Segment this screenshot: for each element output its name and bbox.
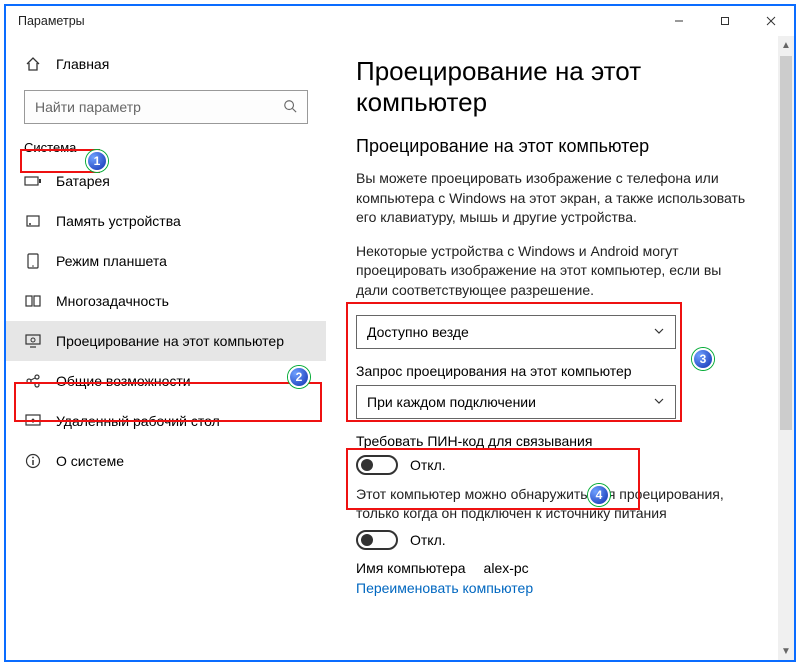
sidebar-item-label: О системе bbox=[56, 453, 124, 469]
maximize-icon bbox=[720, 16, 730, 26]
search-placeholder: Найти параметр bbox=[35, 99, 283, 115]
sidebar-item-label: Память устройства bbox=[56, 213, 181, 229]
pcname-value: alex-pc bbox=[484, 560, 529, 576]
intro-paragraph-1: Вы можете проецировать изображение с тел… bbox=[356, 169, 748, 228]
battery-icon bbox=[24, 172, 42, 190]
dropdown-value: При каждом подключении bbox=[367, 394, 536, 410]
scrollbar[interactable]: ▲ ▼ bbox=[778, 36, 794, 660]
sidebar-item-storage[interactable]: Память устройства bbox=[6, 201, 326, 241]
availability-dropdown[interactable]: Доступно везде bbox=[356, 315, 676, 349]
sidebar-item-label: Батарея bbox=[56, 173, 110, 189]
dropdown-value: Доступно везде bbox=[367, 324, 469, 340]
sidebar-item-label: Общие возможности bbox=[56, 373, 191, 389]
close-button[interactable] bbox=[748, 6, 794, 36]
sidebar: Главная Найти параметр Система Батарея bbox=[6, 36, 326, 660]
home-label: Главная bbox=[56, 56, 109, 72]
sidebar-item-label: Проецирование на этот компьютер bbox=[56, 333, 284, 349]
window-body: Главная Найти параметр Система Батарея bbox=[6, 36, 794, 660]
info-icon bbox=[24, 452, 42, 470]
sidebar-item-projecting[interactable]: Проецирование на этот компьютер bbox=[6, 321, 326, 361]
close-icon bbox=[766, 16, 776, 26]
content-area: Проецирование на этот компьютер Проециро… bbox=[326, 36, 778, 660]
scroll-down-icon[interactable]: ▼ bbox=[778, 642, 794, 660]
chevron-down-icon bbox=[653, 394, 665, 410]
page-title: Проецирование на этот компьютер bbox=[356, 56, 748, 118]
search-input[interactable]: Найти параметр bbox=[24, 90, 308, 124]
titlebar: Параметры bbox=[6, 6, 794, 36]
sidebar-item-tablet[interactable]: Режим планшета bbox=[6, 241, 326, 281]
section-heading: Проецирование на этот компьютер bbox=[356, 136, 748, 157]
toggle-state-label: Откл. bbox=[410, 532, 446, 548]
home-link[interactable]: Главная bbox=[6, 44, 326, 84]
request-label: Запрос проецирования на этот компьютер bbox=[356, 363, 748, 379]
sidebar-item-label: Многозадачность bbox=[56, 293, 169, 309]
chevron-down-icon bbox=[653, 324, 665, 340]
scroll-up-icon[interactable]: ▲ bbox=[778, 36, 794, 54]
projecting-icon bbox=[24, 332, 42, 350]
toggle-knob bbox=[361, 459, 373, 471]
maximize-button[interactable] bbox=[702, 6, 748, 36]
storage-icon bbox=[24, 212, 42, 230]
shared-icon bbox=[24, 372, 42, 390]
power-toggle[interactable] bbox=[356, 530, 398, 550]
window-title: Параметры bbox=[18, 14, 656, 28]
sidebar-item-battery[interactable]: Батарея bbox=[6, 161, 326, 201]
sidebar-section-label: Система bbox=[6, 134, 94, 161]
sidebar-item-label: Удаленный рабочий стол bbox=[56, 413, 220, 429]
intro-paragraph-2: Некоторые устройства с Windows и Android… bbox=[356, 242, 748, 301]
tablet-icon bbox=[24, 252, 42, 270]
settings-window: Параметры Главная Найти параметр bbox=[4, 4, 796, 662]
sidebar-item-label: Режим планшета bbox=[56, 253, 167, 269]
rename-link[interactable]: Переименовать компьютер bbox=[356, 580, 748, 596]
search-icon bbox=[283, 99, 297, 116]
pin-label: Требовать ПИН-код для связывания bbox=[356, 433, 748, 449]
minimize-button[interactable] bbox=[656, 6, 702, 36]
multitasking-icon bbox=[24, 292, 42, 310]
sidebar-item-remote[interactable]: Удаленный рабочий стол bbox=[6, 401, 326, 441]
sidebar-item-about[interactable]: О системе bbox=[6, 441, 326, 481]
pin-toggle[interactable] bbox=[356, 455, 398, 475]
pcname-label: Имя компьютера bbox=[356, 560, 466, 576]
sidebar-item-shared[interactable]: Общие возможности bbox=[6, 361, 326, 401]
minimize-icon bbox=[674, 16, 684, 26]
sidebar-item-multitasking[interactable]: Многозадачность bbox=[6, 281, 326, 321]
home-icon bbox=[24, 55, 42, 73]
toggle-knob bbox=[361, 534, 373, 546]
request-dropdown[interactable]: При каждом подключении bbox=[356, 385, 676, 419]
scroll-thumb[interactable] bbox=[780, 56, 792, 430]
remote-desktop-icon bbox=[24, 412, 42, 430]
power-paragraph: Этот компьютер можно обнаружить для прое… bbox=[356, 485, 748, 524]
toggle-state-label: Откл. bbox=[410, 457, 446, 473]
